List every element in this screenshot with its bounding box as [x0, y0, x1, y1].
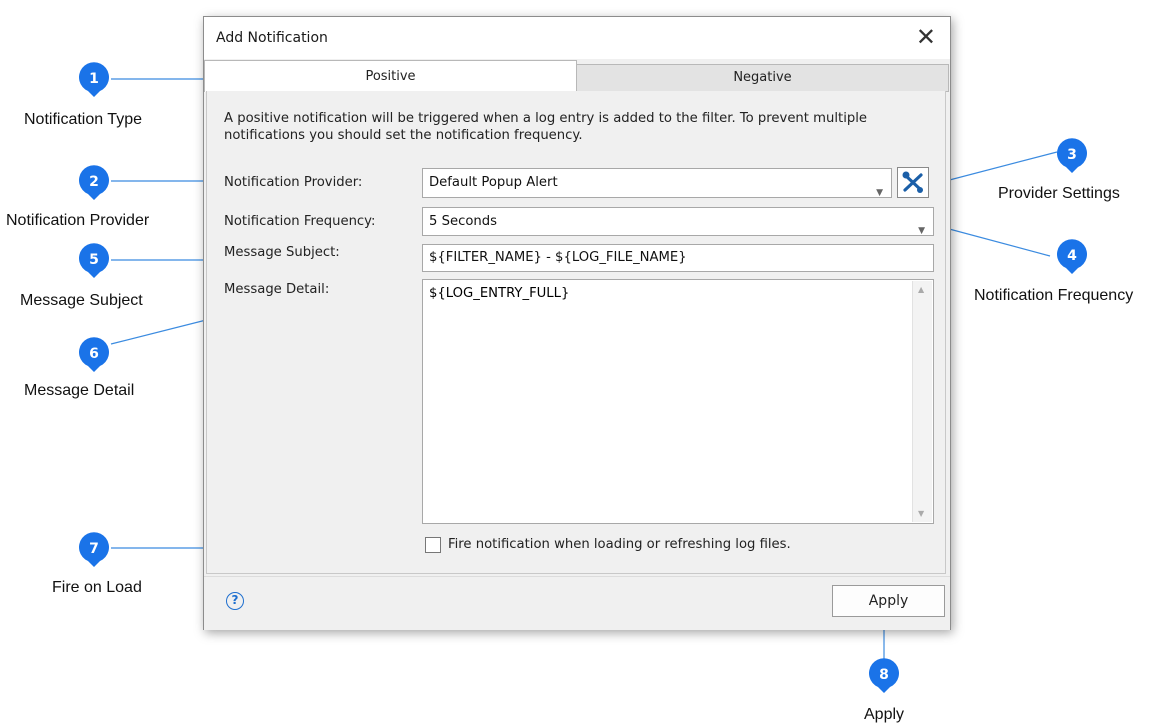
callout-badge-3: 3	[1054, 136, 1090, 174]
callout-label-4: Notification Frequency	[974, 287, 1134, 304]
callout-number-5: 5	[89, 252, 99, 268]
title-bar: Add Notification ✕	[204, 17, 950, 59]
positive-description: A positive notification will be triggere…	[224, 111, 868, 143]
message-subject-input[interactable]: ${FILTER_NAME} - ${LOG_FILE_NAME}	[422, 244, 934, 272]
callout-label-5: Message Subject	[20, 292, 143, 309]
callout-badge-4: 4	[1054, 237, 1090, 275]
message-subject-label: Message Subject:	[224, 245, 340, 260]
message-detail-label: Message Detail:	[224, 282, 330, 297]
message-detail-textarea[interactable]: ${LOG_ENTRY_FULL} ▲ ▼	[422, 279, 934, 524]
add-notification-dialog: Add Notification ✕ Positive Negative A p…	[203, 16, 951, 630]
callout-badge-1: 1	[76, 60, 112, 98]
callout-label-3: Provider Settings	[998, 185, 1120, 202]
callout-badge-6: 6	[76, 335, 112, 373]
connector-3	[937, 151, 1058, 184]
notification-frequency-value: 5 Seconds	[429, 214, 497, 229]
notification-frequency-label: Notification Frequency:	[224, 214, 376, 229]
fire-on-load-checkbox[interactable]	[425, 537, 441, 553]
dialog-title: Add Notification	[216, 30, 328, 46]
question-circle-icon[interactable]: ?	[226, 592, 244, 610]
connector-4	[937, 225, 1051, 257]
tab-strip: Positive Negative	[204, 60, 950, 92]
chevron-down-icon: ▼	[918, 226, 925, 236]
provider-settings-button[interactable]	[897, 167, 929, 198]
callout-number-4: 4	[1067, 248, 1077, 264]
tab-positive[interactable]: Positive	[204, 60, 577, 92]
callout-number-7: 7	[89, 541, 99, 557]
notification-frequency-select[interactable]: 5 Seconds ▼	[422, 207, 934, 236]
dialog-footer: ? Apply	[204, 576, 950, 630]
wrench-screwdriver-icon	[902, 171, 923, 193]
callout-label-7: Fire on Load	[52, 579, 142, 596]
callout-badge-5: 5	[76, 241, 112, 279]
callout-label-6: Message Detail	[24, 382, 135, 399]
callout-badge-2: 2	[76, 163, 112, 201]
close-icon[interactable]: ✕	[916, 23, 936, 51]
apply-button[interactable]: Apply	[832, 585, 945, 617]
message-detail-value: ${LOG_ENTRY_FULL}	[429, 286, 570, 301]
callout-label-2: Notification Provider	[6, 212, 150, 229]
message-subject-value: ${FILTER_NAME} - ${LOG_FILE_NAME}	[429, 250, 687, 265]
chevron-down-icon: ▼	[876, 188, 883, 198]
callout-label-1: Notification Type	[24, 111, 142, 128]
scroll-up-icon[interactable]: ▲	[918, 285, 924, 294]
callout-badge-7: 7	[76, 530, 112, 568]
notification-provider-select[interactable]: Default Popup Alert ▼	[422, 168, 892, 198]
fire-on-load-label: Fire notification when loading or refres…	[448, 537, 791, 552]
notification-provider-value: Default Popup Alert	[429, 175, 558, 190]
callout-badge-8: 8	[866, 656, 902, 694]
callout-label-8: Apply	[864, 706, 905, 723]
scroll-down-icon[interactable]: ▼	[918, 509, 924, 518]
notification-provider-label: Notification Provider:	[224, 175, 363, 190]
callout-number-3: 3	[1067, 147, 1077, 163]
callout-number-8: 8	[879, 667, 889, 683]
tab-negative[interactable]: Negative	[576, 64, 949, 92]
message-detail-scrollbar[interactable]: ▲ ▼	[912, 281, 932, 522]
callout-number-1: 1	[89, 71, 99, 87]
callout-number-6: 6	[89, 346, 99, 362]
callout-number-2: 2	[89, 174, 99, 190]
